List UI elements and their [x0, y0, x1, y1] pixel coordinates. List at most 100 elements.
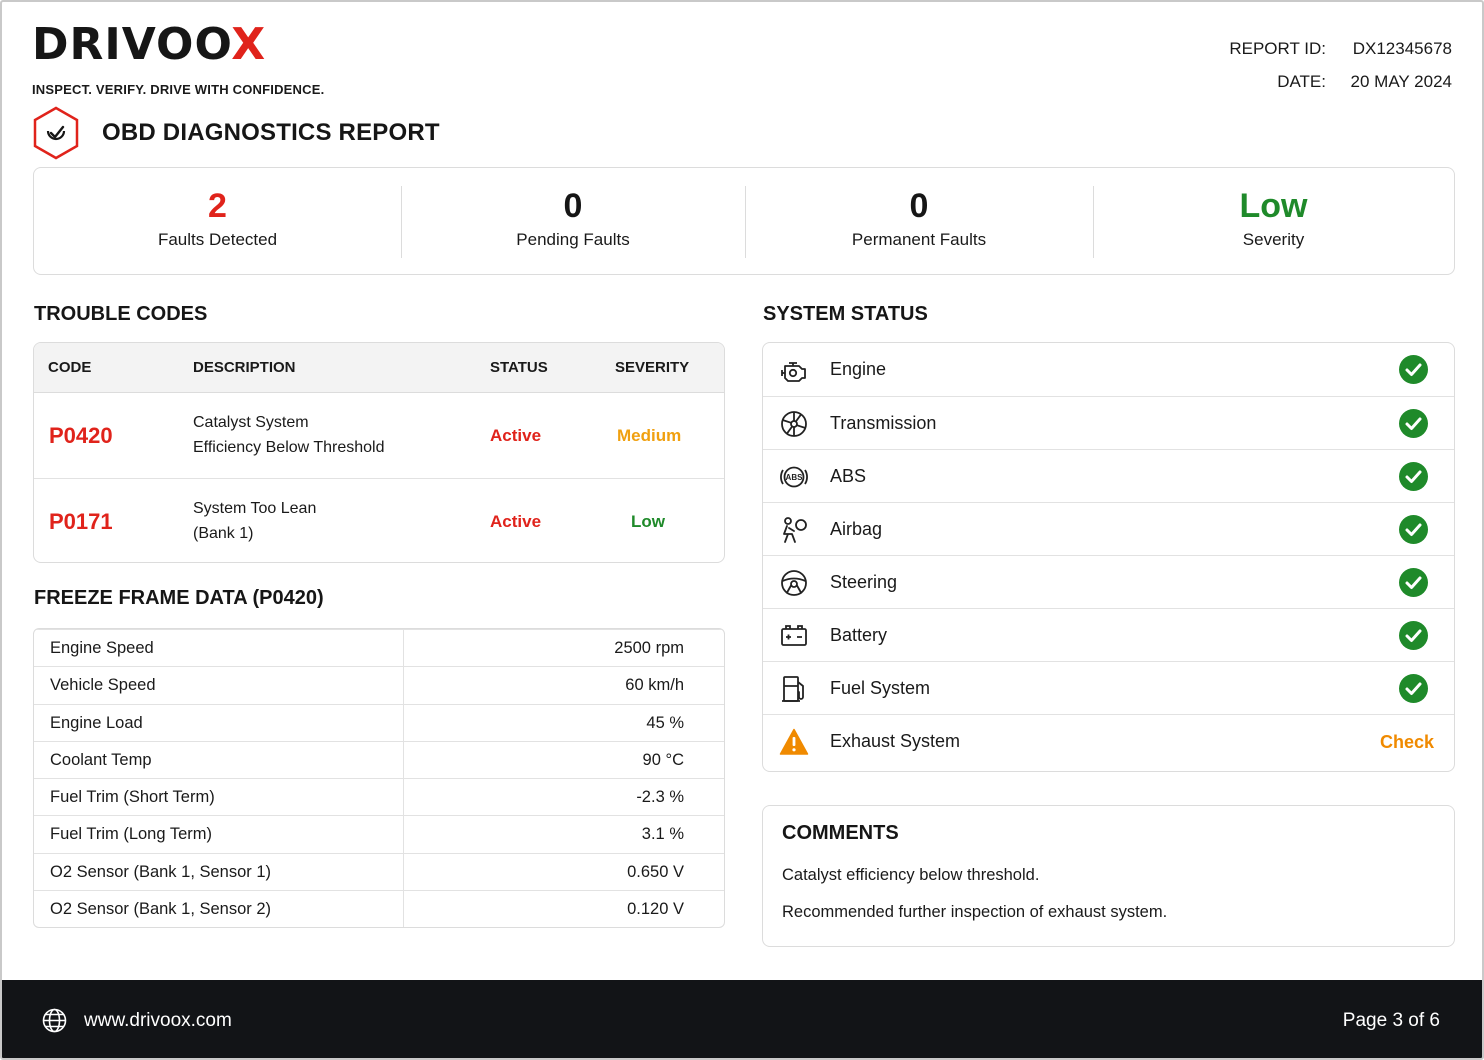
table-row: O2 Sensor (Bank 1, Sensor 2) 0.120 V — [34, 889, 724, 927]
page-title: OBD DIAGNOSTICS REPORT — [102, 119, 440, 146]
header-status: STATUS — [490, 359, 548, 376]
logo-accent: X — [231, 19, 267, 70]
check-circle-icon — [1399, 409, 1428, 438]
status-row-abs: ABS ABS — [763, 449, 1454, 502]
system-name: Battery — [830, 625, 888, 645]
table-row: Engine Load 45 % — [34, 703, 724, 741]
fault-code: P0420 — [49, 423, 113, 448]
header-severity: SEVERITY — [615, 359, 690, 376]
logo: DRIVOOX — [32, 22, 324, 68]
stat-label: Pending Faults — [516, 230, 630, 249]
check-circle-icon — [1399, 515, 1428, 544]
airbag-icon — [783, 517, 807, 543]
parameter-value: 60 km/h — [625, 676, 684, 695]
footer: www.drivoox.com Page 3 of 6 — [2, 980, 1482, 1058]
abs-icon: ABS — [780, 466, 808, 488]
description-line: Catalyst System — [193, 414, 309, 431]
parameter-label: Fuel Trim (Short Term) — [50, 788, 215, 806]
stat-faults-detected: 2 Faults Detected — [34, 168, 401, 274]
date-value: 20 MAY 2024 — [1350, 72, 1452, 91]
system-name: Airbag — [830, 519, 883, 539]
description-line: (Bank 1) — [193, 525, 254, 542]
check-circle-icon — [1399, 568, 1428, 597]
globe-icon — [42, 1008, 67, 1033]
table-row: Coolant Temp 90 °C — [34, 740, 724, 778]
logo-main: DRIVOO — [32, 19, 232, 70]
table-row: Fuel Trim (Long Term) 3.1 % — [34, 815, 724, 852]
report-page: DRIVOOX INSPECT. VERIFY. DRIVE WITH CONF… — [0, 0, 1484, 1060]
parameter-label: O2 Sensor (Bank 1, Sensor 2) — [50, 899, 272, 918]
system-name: Transmission — [830, 413, 937, 433]
stat-value: 0 — [909, 187, 929, 225]
check-status-label: Check — [1379, 732, 1434, 752]
status-row-battery: Battery — [763, 608, 1454, 661]
date-label: DATE: — [1277, 72, 1326, 91]
check-circle-icon — [1399, 462, 1428, 491]
system-status-heading: SYSTEM STATUS — [763, 303, 928, 325]
comments-panel: COMMENTS Catalyst efficiency below thres… — [762, 805, 1455, 947]
table-row: O2 Sensor (Bank 1, Sensor 1) 0.650 V — [34, 852, 724, 890]
parameter-label: Vehicle Speed — [50, 676, 156, 695]
fault-status: Active — [490, 512, 542, 531]
parameter-value: 3.1 % — [641, 825, 684, 844]
page-number: Page 3 of 6 — [1342, 1010, 1440, 1031]
freeze-frame-heading: FREEZE FRAME DATA (P0420) — [34, 587, 324, 609]
report-id-label: REPORT ID: — [1229, 39, 1326, 58]
steering-wheel-icon — [781, 570, 807, 596]
fuel-pump-icon — [782, 676, 804, 702]
comment-line: Catalyst efficiency below threshold. — [782, 866, 1040, 884]
fault-status: Active — [490, 426, 542, 445]
parameter-label: Engine Speed — [50, 639, 154, 657]
table-row: Fuel Trim (Short Term) -2.3 % — [34, 778, 724, 815]
fault-code: P0171 — [49, 509, 113, 534]
status-row-transmission: Transmission — [763, 396, 1454, 449]
stat-value: 0 — [563, 187, 583, 225]
tagline: INSPECT. VERIFY. DRIVE WITH CONFIDENCE. — [32, 82, 325, 97]
trouble-codes-table: CODE DESCRIPTION STATUS SEVERITY P0420 C… — [33, 342, 725, 563]
parameter-label: Fuel Trim (Long Term) — [50, 825, 212, 844]
parameter-label: O2 Sensor (Bank 1, Sensor 1) — [50, 862, 272, 881]
check-circle-icon — [1399, 621, 1428, 650]
check-circle-icon — [1399, 674, 1428, 703]
fault-severity: Medium — [617, 426, 682, 445]
table-header: CODE DESCRIPTION STATUS SEVERITY — [34, 343, 724, 393]
stat-severity: Low Severity — [1093, 168, 1454, 274]
report-meta: REPORT ID: DX12345678 DATE: 20 MAY 2024 — [1229, 32, 1452, 98]
parameter-value: 45 % — [646, 713, 684, 732]
warning-icon — [779, 728, 809, 755]
system-name: Steering — [830, 572, 898, 592]
fault-description: System Too Lean (Bank 1) — [193, 496, 423, 546]
status-row-fuel-system: Fuel System — [763, 661, 1454, 714]
stat-value: 2 — [208, 187, 227, 225]
parameter-label: Engine Load — [50, 713, 143, 732]
parameter-value: 2500 rpm — [614, 639, 684, 657]
fault-severity: Low — [631, 512, 665, 531]
stat-label: Severity — [1242, 230, 1305, 249]
freeze-frame-table: Engine Speed 2500 rpm Vehicle Speed 60 km/… — [33, 628, 725, 928]
brand-block: DRIVOOX INSPECT. VERIFY. DRIVE WITH CONF… — [32, 22, 325, 98]
table-row: Vehicle Speed 60 km/h — [34, 666, 724, 703]
system-name: Engine — [830, 359, 887, 379]
stat-label: Faults Detected — [157, 230, 278, 249]
status-row-engine: Engine — [763, 343, 1454, 396]
system-name: Exhaust System — [830, 731, 961, 751]
description-line: Efficiency Below Threshold — [193, 439, 385, 456]
parameter-value: 0.120 V — [627, 899, 684, 918]
battery-icon — [781, 625, 807, 646]
table-row: P0171 System Too Lean (Bank 1) Active Lo… — [34, 478, 724, 562]
check-circle-icon — [1399, 355, 1428, 384]
shield-check-icon — [33, 106, 79, 160]
comments-heading: COMMENTS — [782, 822, 899, 844]
status-row-exhaust-system: Exhaust System Check — [763, 714, 1454, 767]
parameter-value: -2.3 % — [636, 788, 684, 806]
fault-description: Catalyst System Efficiency Below Thresho… — [193, 410, 423, 460]
engine-icon — [781, 362, 806, 382]
report-id-value: DX12345678 — [1352, 39, 1452, 58]
transmission-icon — [781, 411, 807, 437]
parameter-label: Coolant Temp — [50, 750, 152, 769]
system-name: ABS — [830, 466, 867, 486]
parameter-value: 0.650 V — [627, 862, 684, 881]
website-link[interactable]: www.drivoox.com — [84, 1010, 232, 1032]
stat-value: Low — [1239, 187, 1308, 225]
header-code: CODE — [48, 359, 92, 376]
